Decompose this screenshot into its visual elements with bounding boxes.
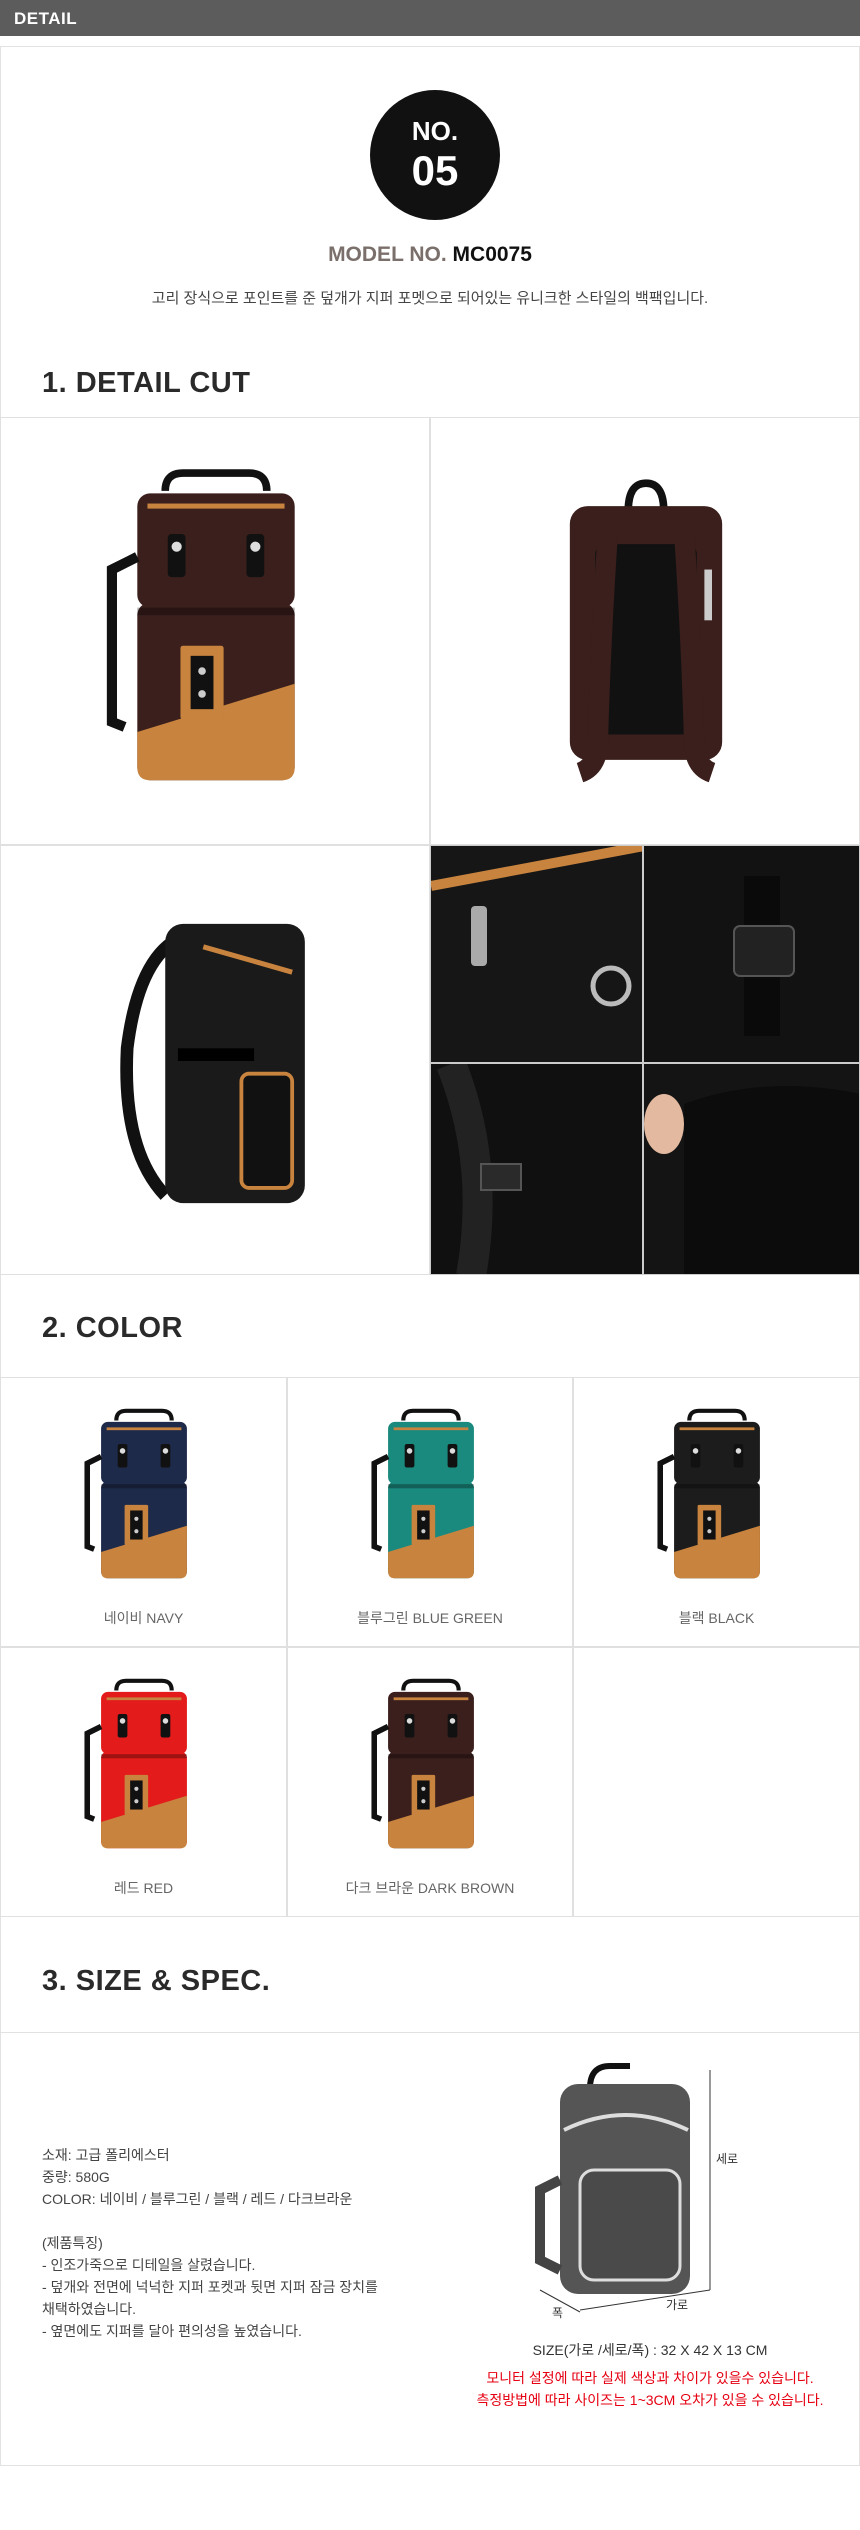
interior-closeup-image (644, 1064, 859, 1274)
spec-weight: 중량: 580G (42, 2169, 110, 2185)
size-warning: 측정방법에 따라 사이즈는 1~3CM 오차가 있을 수 있습니다. (476, 2392, 824, 2408)
badge-label: NO. (411, 116, 459, 146)
section-title-detail-cut: 1. DETAIL CUT (42, 367, 251, 399)
dimension-label-height: 세로 (716, 2152, 739, 2166)
strap-closeup-image (431, 1064, 642, 1274)
color-label-black: 블랙 BLACK (678, 1610, 755, 1626)
dimension-label-width: 가로 (666, 2298, 689, 2312)
backpack-dark-brown-image (288, 1648, 573, 1878)
badge-number: 05 (411, 147, 459, 194)
spec-colors: COLOR: 네이비 / 블루그린 / 블랙 / 레드 / 다크브라운 (42, 2191, 353, 2207)
model-code: MC0075 (452, 243, 532, 266)
detail-closeup-interior[interactable] (643, 1063, 860, 1275)
color-option-black[interactable]: 블랙 BLACK (573, 1377, 860, 1647)
backpack-red-image (1, 1648, 287, 1878)
color-option-empty (573, 1647, 860, 1917)
backpack-back-image (431, 418, 860, 845)
section-divider (0, 2032, 860, 2033)
header-bar: DETAIL (0, 0, 860, 36)
size-diagram-image (520, 2050, 711, 2313)
color-option-navy[interactable]: 네이비 NAVY (0, 1377, 287, 1647)
color-option-dark-brown[interactable]: 다크 브라운 DARK BROWN (287, 1647, 573, 1917)
backpack-blue-green-image (288, 1378, 573, 1608)
model-number-badge: NO. 05 (370, 90, 500, 220)
section-title-size-spec: 3. SIZE & SPEC. (42, 1965, 271, 1997)
detail-closeup-buckle[interactable] (643, 845, 860, 1063)
backpack-side-image (1, 846, 430, 1275)
color-option-blue-green[interactable]: 블루그린 BLUE GREEN (287, 1377, 573, 1647)
color-warning: 모니터 설정에 따라 실제 색상과 차이가 있을수 있습니다. (486, 2370, 814, 2386)
feature-line: - 덮개와 전면에 넉넉한 지퍼 포켓과 뒷면 지퍼 잠금 장치를 (42, 2279, 378, 2295)
header-title: DETAIL (14, 9, 78, 28)
feature-line: - 인조가죽으로 디테일을 살렸습니다. (42, 2257, 256, 2273)
color-label-blue-green: 블루그린 BLUE GREEN (357, 1610, 503, 1626)
model-line: MODEL NO. MC0075 (0, 243, 860, 267)
features-title: (제품특징) (42, 2235, 103, 2251)
dimension-label-depth: 폭 (552, 2306, 564, 2320)
feature-line: 채택하였습니다. (42, 2301, 137, 2317)
product-description: 고리 장식으로 포인트를 준 덮개가 지퍼 포멧으로 되어있는 유니크한 스타일… (151, 290, 709, 307)
color-label-navy: 네이비 NAVY (103, 1610, 184, 1626)
feature-line: - 옆면에도 지퍼를 달아 편의성을 높였습니다. (42, 2323, 302, 2339)
detail-closeup-zipper[interactable] (430, 845, 643, 1063)
spec-block: 소재: 고급 폴리에스터 중량: 580G COLOR: 네이비 / 블루그린 … (42, 2144, 442, 2342)
detail-photo-back[interactable] (430, 417, 860, 845)
color-label-dark-brown: 다크 브라운 DARK BROWN (345, 1880, 515, 1896)
detail-photo-side[interactable] (0, 845, 430, 1275)
section-title-color: 2. COLOR (42, 1312, 183, 1344)
detail-closeup-strap[interactable] (430, 1063, 643, 1275)
backpack-black-image (574, 1378, 860, 1608)
buckle-closeup-image (644, 846, 859, 1062)
size-measurements: SIZE(가로 /세로/폭) : 32 X 42 X 13 CM (532, 2342, 768, 2358)
detail-photo-front[interactable] (0, 417, 430, 845)
model-label: MODEL NO. (328, 243, 447, 266)
backpack-front-image (1, 418, 430, 845)
backpack-navy-image (1, 1378, 287, 1608)
color-option-red[interactable]: 레드 RED (0, 1647, 287, 1917)
color-label-red: 레드 RED (113, 1880, 174, 1896)
spec-material: 소재: 고급 폴리에스터 (42, 2147, 170, 2163)
zipper-closeup-image (431, 846, 642, 1062)
